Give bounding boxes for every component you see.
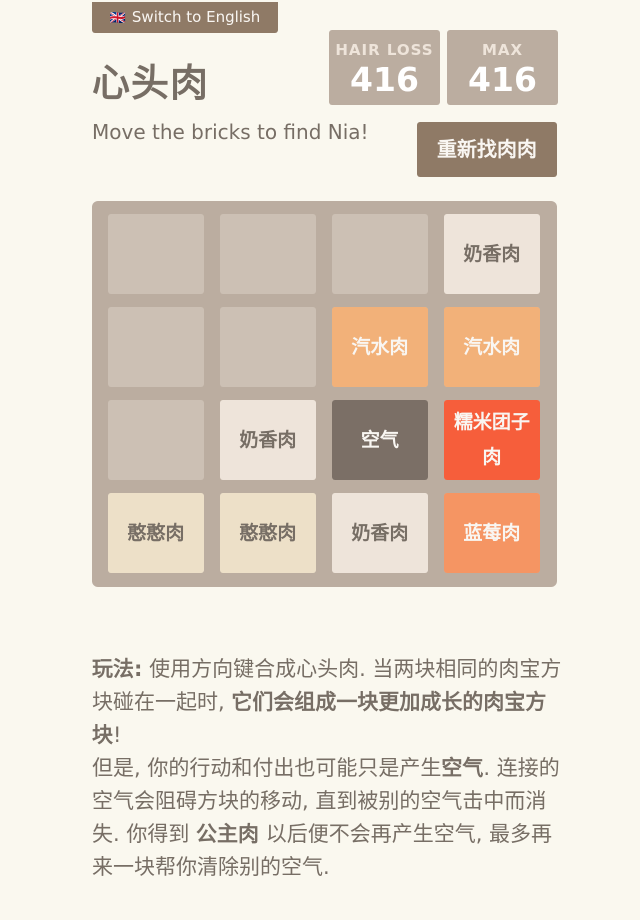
board-cell-empty bbox=[108, 400, 204, 480]
rules-text-3: 但是, 你的行动和付出也可能只是产生 bbox=[92, 756, 442, 780]
board-cell-empty bbox=[220, 307, 316, 387]
tile-nai: 奶香肉 bbox=[332, 493, 428, 573]
rules-emphasis-princess: 公主肉 bbox=[196, 822, 260, 846]
new-game-button[interactable]: 重新找肉肉 bbox=[417, 122, 557, 177]
board-cell-empty bbox=[108, 214, 204, 294]
max-score-label: MAX bbox=[481, 41, 524, 59]
tile-qi-shui: 汽水肉 bbox=[332, 307, 428, 387]
tile-kongqi: 空气 bbox=[332, 400, 428, 480]
game-subtitle: Move the bricks to find Nia! bbox=[92, 120, 369, 144]
board-cell-empty bbox=[332, 214, 428, 294]
rules-emphasis-air: 空气 bbox=[441, 756, 484, 780]
tile-nuomi: 糯米团子肉 bbox=[444, 400, 540, 480]
hair-loss-score-box: HAIR LOSS 416 bbox=[329, 30, 440, 105]
game-board[interactable]: 奶香肉 汽水肉 汽水肉 奶香肉 空气 糯米团子肉 憨憨肉 憨憨肉 奶香肉 蓝莓肉 bbox=[92, 201, 557, 587]
rules-text: 玩法: 使用方向键合成心头肉. 当两块相同的肉宝方块碰在一起时, 它们会组成一块… bbox=[92, 653, 562, 884]
hair-loss-value: 416 bbox=[350, 60, 419, 99]
game-page: 🇬🇧 Switch to English 心头肉 HAIR LOSS 416 MA… bbox=[0, 0, 640, 920]
board-cell-empty bbox=[108, 307, 204, 387]
tile-qi-shui: 汽水肉 bbox=[444, 307, 540, 387]
rules-text-2: ! bbox=[113, 723, 122, 747]
uk-flag-icon: 🇬🇧 bbox=[109, 11, 126, 26]
switch-language-button[interactable]: 🇬🇧 Switch to English bbox=[92, 2, 278, 33]
game-title: 心头肉 bbox=[92, 61, 210, 105]
tile-hanhan: 憨憨肉 bbox=[220, 493, 316, 573]
tile-lanmei: 蓝莓肉 bbox=[444, 493, 540, 573]
hair-loss-label: HAIR LOSS bbox=[335, 41, 434, 59]
tile-nai: 奶香肉 bbox=[220, 400, 316, 480]
switch-language-label: Switch to English bbox=[131, 8, 261, 26]
tile-nai: 奶香肉 bbox=[444, 214, 540, 294]
max-score-value: 416 bbox=[468, 60, 537, 99]
rules-heading: 玩法: bbox=[92, 657, 143, 681]
tile-hanhan: 憨憨肉 bbox=[108, 493, 204, 573]
board-cell-empty bbox=[220, 214, 316, 294]
max-score-box: MAX 416 bbox=[447, 30, 558, 105]
